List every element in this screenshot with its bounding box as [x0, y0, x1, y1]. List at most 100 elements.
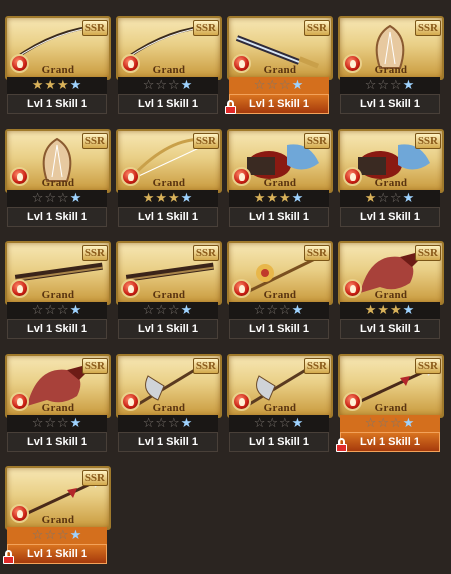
weapon-card[interactable]: SSR Grand ★★★★ Lvl 1 Skill 1	[114, 128, 222, 237]
star-icon: ☆	[253, 303, 267, 318]
weapon-card[interactable]: SSR Grand ☆☆☆★ Lvl 1 Skill 1	[3, 241, 111, 349]
weapon-card[interactable]: SSR Grand ☆☆☆★ Lvl 1 Skill 1	[3, 353, 111, 462]
weapon-card[interactable]: SSR Grand ☆☆☆★ Lvl 1 Skill 1	[225, 241, 333, 349]
star-icon: ★	[180, 415, 194, 431]
level-skill-label: Lvl 1 Skill 1	[118, 319, 218, 339]
weapon-series-label: Grand	[374, 401, 408, 414]
uncap-stars: ☆☆☆★	[118, 77, 218, 94]
uncap-stars: ☆☆☆★	[7, 302, 107, 319]
weapon-series-label: Grand	[263, 401, 297, 414]
rarity-badge: SSR	[303, 245, 330, 261]
uncap-stars: ★★★★	[7, 77, 107, 94]
weapon-card[interactable]: SSR Grand ☆☆☆★ Lvl 1 Skill 1	[335, 353, 444, 462]
star-icon: ☆	[57, 190, 70, 206]
weapon-card[interactable]: SSR Grand ★☆☆★ Lvl 1 Skill 1	[336, 128, 444, 237]
weapon-art: SSR Grand	[338, 241, 444, 305]
star-icon: ★	[180, 190, 194, 206]
rarity-badge: SSR	[414, 357, 441, 374]
rarity-badge: SSR	[414, 132, 441, 149]
star-icon: ★	[291, 415, 305, 431]
star-icon: ☆	[266, 415, 279, 431]
star-icon: ★	[279, 190, 292, 206]
star-icon: ☆	[266, 78, 279, 93]
lock-icon[interactable]	[335, 437, 348, 452]
uncap-stars: ☆☆☆★	[7, 414, 107, 432]
weapon-art: SSR Grand	[116, 353, 222, 418]
star-icon: ★	[168, 190, 181, 206]
weapon-card[interactable]: SSR Grand ☆☆☆★ Lvl 1 Skill 1	[336, 16, 444, 124]
rarity-badge: SSR	[303, 20, 330, 36]
rarity-badge: SSR	[414, 245, 441, 261]
level-skill-label: Lvl 1 Skill 1	[229, 319, 329, 339]
uncap-stars: ☆☆☆★	[340, 77, 440, 94]
weapon-art: SSR Grand	[5, 241, 111, 305]
weapon-card[interactable]: SSR Grand ★★★★ Lvl 1 Skill 1	[225, 128, 333, 237]
weapon-card[interactable]: SSR Grand ☆☆☆★ Lvl 1 Skill 1	[114, 353, 222, 462]
uncap-stars: ★★★★	[118, 189, 218, 207]
weapon-art: SSR Grand	[227, 16, 333, 80]
uncap-stars: ☆☆☆★	[340, 414, 440, 432]
star-icon: ☆	[390, 78, 403, 93]
star-icon: ☆	[44, 528, 57, 543]
weapon-art: SSR Grand	[116, 16, 222, 80]
level-skill-label: Lvl 1 Skill 1	[118, 431, 218, 452]
rarity-badge: SSR	[414, 20, 441, 36]
star-icon: ☆	[377, 190, 390, 206]
weapon-series-label: Grand	[374, 64, 408, 76]
weapon-art: SSR Grand	[338, 353, 444, 418]
rarity-badge: SSR	[81, 132, 108, 149]
star-icon: ☆	[31, 190, 45, 206]
star-icon: ☆	[155, 303, 168, 318]
rarity-badge: SSR	[192, 132, 219, 149]
star-icon: ☆	[364, 415, 378, 431]
uncap-stars: ☆☆☆★	[229, 77, 329, 94]
weapon-series-label: Grand	[263, 64, 297, 76]
star-icon: ★	[291, 78, 305, 93]
weapon-card[interactable]: SSR Grand ☆☆☆★ Lvl 1 Skill 1	[114, 16, 222, 124]
weapon-card[interactable]: SSR Grand ☆☆☆★ Lvl 1 Skill 1	[3, 128, 111, 237]
lock-icon[interactable]	[2, 550, 15, 564]
star-icon: ☆	[142, 78, 156, 93]
rarity-badge: SSR	[192, 245, 219, 261]
star-icon: ★	[31, 78, 45, 93]
weapon-card[interactable]: SSR Grand ★★★★ Lvl 1 Skill 1	[336, 241, 444, 349]
star-icon: ☆	[377, 78, 390, 93]
star-icon: ★	[364, 303, 378, 318]
star-icon: ★	[377, 303, 390, 318]
level-skill-label: Lvl 1 Skill 1	[118, 206, 218, 227]
star-icon: ★	[69, 528, 83, 543]
lock-icon[interactable]	[224, 100, 237, 114]
weapon-series-label: Grand	[41, 401, 75, 414]
star-icon: ☆	[44, 415, 57, 431]
star-icon: ☆	[279, 78, 292, 93]
weapon-card[interactable]: SSR Grand ☆☆☆★ Lvl 1 Skill 1	[114, 241, 222, 349]
weapon-card[interactable]: SSR Grand ☆☆☆★ Lvl 1 Skill 1	[225, 353, 333, 462]
weapon-card[interactable]: SSR Grand ★★★★ Lvl 1 Skill 1	[3, 16, 111, 124]
star-icon: ★	[390, 303, 403, 318]
weapon-art: SSR Grand	[116, 128, 222, 193]
weapon-card[interactable]: SSR Grand ☆☆☆★ Lvl 1 Skill 1	[2, 466, 111, 574]
star-icon: ☆	[390, 190, 403, 206]
star-icon: ☆	[155, 78, 168, 93]
star-icon: ★	[291, 303, 305, 318]
weapon-series-label: Grand	[374, 176, 408, 189]
weapon-art: SSR Grand	[5, 353, 111, 418]
weapon-series-label: Grand	[41, 289, 75, 301]
weapon-art: SSR Grand	[338, 16, 444, 80]
star-icon: ☆	[155, 415, 168, 431]
star-icon: ☆	[57, 303, 70, 318]
star-icon: ☆	[266, 303, 279, 318]
uncap-stars: ☆☆☆★	[118, 414, 218, 432]
level-skill-label: Lvl 1 Skill 1	[7, 94, 107, 114]
weapon-series-label: Grand	[152, 64, 186, 76]
level-skill-label: Lvl 1 Skill 1	[340, 431, 440, 452]
star-icon: ★	[44, 78, 57, 93]
star-icon: ★	[69, 190, 83, 206]
level-skill-label: Lvl 1 Skill 1	[118, 94, 218, 114]
weapon-art: SSR Grand	[5, 466, 111, 530]
star-icon: ☆	[31, 528, 45, 543]
rarity-badge: SSR	[81, 357, 108, 374]
star-icon: ☆	[142, 415, 156, 431]
weapon-card[interactable]: SSR Grand ☆☆☆★ Lvl 1 Skill 1	[224, 16, 333, 124]
star-icon: ★	[364, 190, 378, 206]
